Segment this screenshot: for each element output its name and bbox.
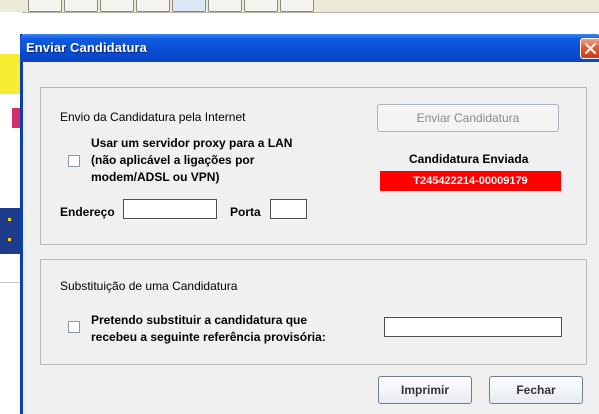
sent-status-label: Candidatura Enviada xyxy=(409,152,529,166)
provisional-reference-field[interactable] xyxy=(384,317,562,337)
internet-submission-panel: Envio da Candidatura pela Internet Usar … xyxy=(40,87,587,245)
replacement-label-line2: recebeu a seguinte referência provisória… xyxy=(91,330,326,344)
background-toolbar-button xyxy=(28,0,62,12)
port-field[interactable] xyxy=(270,199,307,219)
sent-reference-badge: T245422214-00009179 xyxy=(380,171,561,191)
background-flag xyxy=(0,208,22,254)
background-toolbar-button xyxy=(208,0,242,12)
dialog-title: Enviar Candidatura xyxy=(26,40,147,55)
background-toolbar-button xyxy=(172,0,206,12)
dialog-title-bar[interactable]: Enviar Candidatura xyxy=(20,34,599,62)
replacement-panel: Substituição de uma Candidatura Pretendo… xyxy=(40,259,587,365)
replacement-checkbox[interactable] xyxy=(68,321,80,333)
background-toolbar-button xyxy=(244,0,278,12)
proxy-checkbox[interactable] xyxy=(68,155,80,167)
internet-section-title: Envio da Candidatura pela Internet xyxy=(60,110,246,124)
print-button[interactable]: Imprimir xyxy=(378,376,472,404)
proxy-label-line1: Usar um servidor proxy para a LAN xyxy=(91,136,293,150)
background-toolbar-button xyxy=(100,0,134,12)
send-application-dialog: Enviar Candidatura Envio da Candidatura … xyxy=(20,34,599,414)
replacement-label-line1: Pretendo substituir a candidatura que xyxy=(91,313,308,327)
proxy-label-line3: modem/ADSL ou VPN) xyxy=(91,170,220,184)
close-button[interactable]: Fechar xyxy=(489,376,583,404)
background-window xyxy=(0,12,22,414)
proxy-label-line2: (não aplicável a ligações por xyxy=(91,153,255,167)
close-icon[interactable] xyxy=(580,38,599,59)
background-banner xyxy=(0,104,22,140)
replacement-section-title: Substituição de uma Candidatura xyxy=(60,279,238,293)
background-divider xyxy=(0,282,22,283)
address-label: Endereço xyxy=(60,205,115,219)
background-toolbar xyxy=(0,0,599,13)
background-toolbar-button xyxy=(64,0,98,12)
background-banner xyxy=(0,54,22,94)
address-field[interactable] xyxy=(123,199,217,219)
background-toolbar-button xyxy=(280,0,314,12)
send-application-button[interactable]: Enviar Candidatura xyxy=(377,104,559,132)
port-label: Porta xyxy=(230,205,261,219)
background-toolbar-button xyxy=(136,0,170,12)
